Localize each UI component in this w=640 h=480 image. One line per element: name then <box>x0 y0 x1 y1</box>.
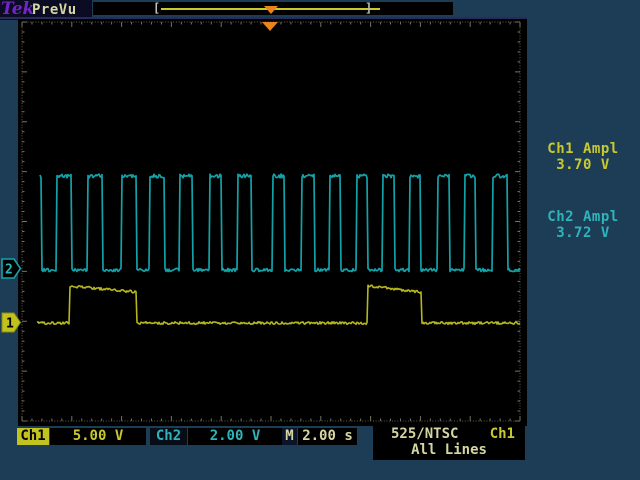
trigger-source: Ch1 <box>490 426 515 442</box>
trigger-time-marker-icon <box>262 22 278 31</box>
timebase-badge: M <box>282 428 297 445</box>
ch1-ground-marker: 1 <box>1 312 22 333</box>
record-view-bar: [ ] <box>93 2 453 15</box>
acquisition-status: PreVu <box>32 2 77 18</box>
trigger-mode: All Lines <box>373 442 525 458</box>
ch1-channel-badge: Ch1 <box>17 428 49 445</box>
measurement-ch2-ampl: Ch2 Ampl 3.72 V <box>533 209 633 241</box>
ch1-waveform <box>37 285 520 324</box>
ch2-ground-marker: 2 <box>1 258 22 279</box>
measurement-ch2-value: 3.72 V <box>533 225 633 241</box>
ch1-volts-per-div: 5.00 V <box>50 428 146 445</box>
ch2-waveform <box>40 174 520 272</box>
graticule-ticks <box>22 22 520 421</box>
measurement-ch1-ampl: Ch1 Ampl 3.70 V <box>533 141 633 173</box>
waveform-display <box>18 19 527 426</box>
ch2-volts-per-div: 2.00 V <box>188 428 282 445</box>
ch2-marker-label: 2 <box>5 263 13 278</box>
trigger-readout-box: 525/NTSC Ch1 All Lines <box>373 424 525 460</box>
datetime-readout: 29 Mar 2011 15:57:52 <box>533 446 634 480</box>
oscilloscope-screen: Tek PreVu [ ] 2 1 Ch1 Ampl 3.70 V Ch2 Am… <box>0 0 640 480</box>
record-window-right-bracket: ] <box>365 1 372 15</box>
trigger-position-icon <box>264 6 278 14</box>
graticule-area <box>18 19 527 426</box>
ch2-channel-badge: Ch2 <box>150 428 187 445</box>
measurement-ch1-value: 3.70 V <box>533 157 633 173</box>
trigger-standard: 525/NTSC <box>391 426 458 442</box>
ch1-marker-label: 1 <box>6 317 14 332</box>
measurement-ch2-label: Ch2 Ampl <box>533 209 633 225</box>
timebase-per-div: 2.00 s <box>298 428 357 445</box>
record-window-left-bracket: [ <box>153 1 160 15</box>
measurement-ch1-label: Ch1 Ampl <box>533 141 633 157</box>
